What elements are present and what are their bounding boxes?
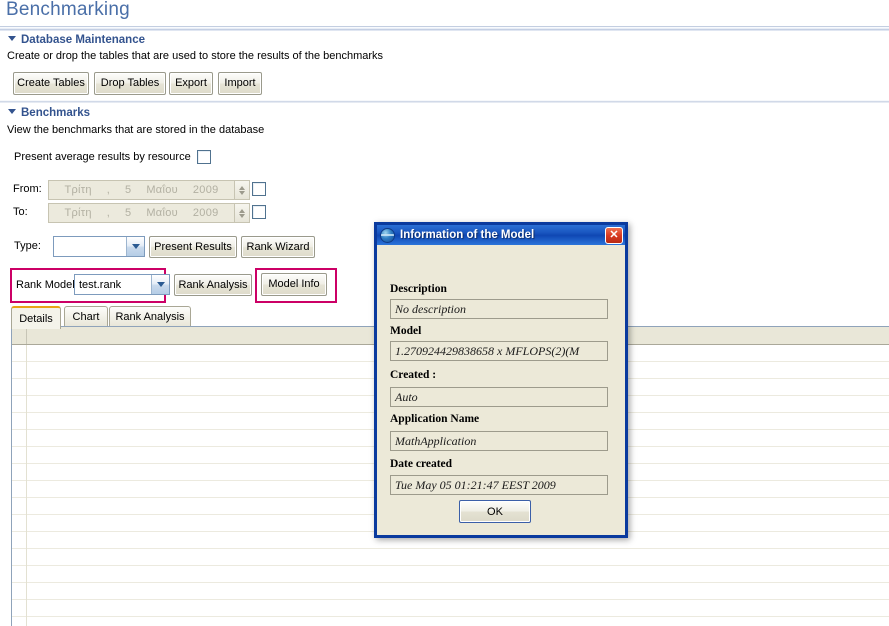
row-header-divider — [26, 345, 27, 626]
section-header-database-maintenance[interactable]: Database Maintenance — [8, 34, 145, 46]
tab-rank-analysis[interactable]: Rank Analysis — [109, 306, 191, 327]
rank-analysis-button[interactable]: Rank Analysis — [174, 274, 252, 296]
average-results-checkbox[interactable] — [197, 150, 211, 164]
section-header-benchmarks-label: Benchmarks — [21, 107, 91, 119]
to-date-weekday: Τρίτη — [64, 207, 92, 219]
dialog-title: Information of the Model — [400, 229, 535, 241]
export-button[interactable]: Export — [169, 72, 213, 95]
import-button[interactable]: Import — [218, 72, 262, 95]
type-label: Type: — [14, 240, 41, 252]
spinner-down-icon[interactable] — [239, 190, 245, 195]
from-date-comma: , — [106, 184, 111, 196]
drop-tables-button[interactable]: Drop Tables — [94, 72, 166, 95]
rank-model-combo-arrow[interactable] — [151, 275, 169, 294]
rank-model-combo-value: test.rank — [79, 278, 122, 291]
application-name-label: Application Name — [390, 413, 480, 425]
table-row[interactable] — [12, 549, 889, 566]
collapse-twisty-icon[interactable] — [8, 109, 16, 115]
date-created-value: Tue May 05 01:21:47 EEST 2009 — [395, 477, 556, 492]
created-label: Created : — [390, 369, 437, 381]
type-combo[interactable] — [53, 236, 145, 257]
dialog-body: Description No description Model 1.27092… — [377, 245, 625, 532]
to-date-year: 2009 — [192, 207, 219, 219]
from-date-weekday: Τρίτη — [64, 184, 92, 196]
collapse-twisty-icon[interactable] — [8, 36, 16, 42]
from-date-month: Μαΐου — [146, 184, 178, 196]
from-date-year: 2009 — [192, 184, 219, 196]
model-value: 1.270924429838658 x MFLOPS(2)(M — [395, 343, 580, 358]
application-name-field[interactable]: MathApplication — [390, 431, 608, 451]
from-date-field[interactable]: Τρίτη , 5 Μαΐου 2009 — [48, 180, 250, 200]
table-row[interactable] — [12, 583, 889, 600]
to-date-month: Μαΐου — [146, 207, 178, 219]
from-date-text: Τρίτη , 5 Μαΐου 2009 — [49, 184, 234, 196]
created-field[interactable]: Auto — [390, 387, 608, 407]
description-value: No description — [395, 301, 466, 316]
to-date-enable-checkbox[interactable] — [252, 205, 266, 219]
spinner-down-icon[interactable] — [239, 213, 245, 218]
ok-button[interactable]: OK — [459, 500, 531, 523]
model-info-button[interactable]: Model Info — [261, 273, 327, 296]
application-name-value: MathApplication — [395, 433, 477, 448]
database-maintenance-description: Create or drop the tables that are used … — [7, 50, 384, 62]
spinner-up-icon[interactable] — [239, 208, 245, 213]
from-date-day: 5 — [125, 184, 132, 196]
table-row[interactable] — [12, 617, 889, 626]
created-value: Auto — [395, 389, 418, 404]
column-separator[interactable] — [26, 327, 27, 344]
model-field[interactable]: 1.270924429838658 x MFLOPS(2)(M — [390, 341, 608, 361]
tab-details[interactable]: Details — [11, 306, 61, 329]
model-label: Model — [390, 325, 422, 337]
chevron-down-icon — [156, 282, 165, 287]
type-combo-arrow[interactable] — [126, 237, 144, 256]
from-label: From: — [13, 183, 42, 195]
spinner-up-icon[interactable] — [239, 185, 245, 190]
close-icon[interactable]: ✕ — [605, 226, 623, 244]
rank-wizard-button[interactable]: Rank Wizard — [241, 236, 315, 258]
present-results-button[interactable]: Present Results — [149, 236, 237, 258]
to-date-day: 5 — [125, 207, 132, 219]
section-header-benchmarks[interactable]: Benchmarks — [8, 107, 90, 119]
model-info-dialog: Information of the Model ✕ Description N… — [374, 222, 628, 538]
tab-chart[interactable]: Chart — [64, 306, 108, 327]
globe-icon — [380, 227, 395, 243]
section-header-database-maintenance-label: Database Maintenance — [21, 34, 145, 46]
dialog-title-bar[interactable]: Information of the Model ✕ — [377, 225, 625, 245]
rank-model-label: Rank Model — [16, 279, 75, 291]
table-row[interactable] — [12, 566, 889, 583]
to-date-comma: , — [106, 207, 111, 219]
date-created-field[interactable]: Tue May 05 01:21:47 EEST 2009 — [390, 475, 608, 495]
section-divider-1 — [0, 100, 889, 103]
title-divider — [0, 26, 889, 31]
from-date-spinner[interactable] — [234, 181, 249, 199]
description-field[interactable]: No description — [390, 299, 608, 319]
benchmarks-description: View the benchmarks that are stored in t… — [7, 124, 265, 136]
from-date-enable-checkbox[interactable] — [252, 182, 266, 196]
create-tables-button[interactable]: Create Tables — [13, 72, 89, 95]
rank-model-combo[interactable]: test.rank — [74, 274, 170, 295]
table-row[interactable] — [12, 600, 889, 617]
chevron-down-icon — [131, 244, 140, 249]
page-title: Benchmarking — [6, 0, 130, 20]
description-label: Description — [390, 283, 447, 295]
to-date-text: Τρίτη , 5 Μαΐου 2009 — [49, 207, 234, 219]
to-label: To: — [13, 206, 28, 218]
to-date-field[interactable]: Τρίτη , 5 Μαΐου 2009 — [48, 203, 250, 223]
date-created-label: Date created — [390, 458, 453, 470]
average-results-label: Present average results by resource — [14, 151, 191, 163]
app-root: Benchmarking Database Maintenance Create… — [0, 0, 889, 626]
to-date-spinner[interactable] — [234, 204, 249, 222]
